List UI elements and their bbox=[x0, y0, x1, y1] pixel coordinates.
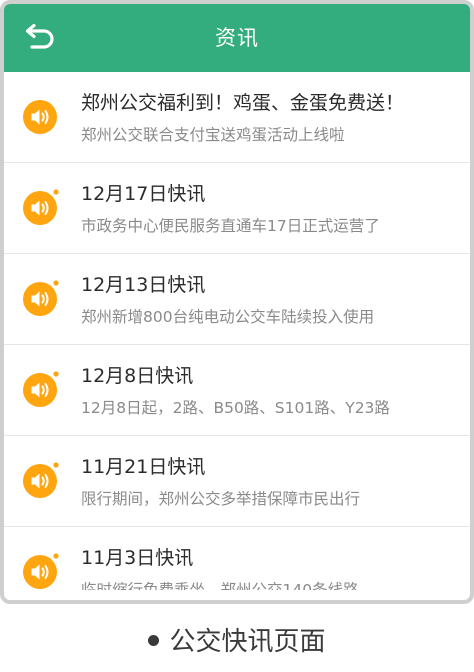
news-item[interactable]: 12月17日快讯 市政务中心便民服务直通车17日正式运营了 bbox=[4, 163, 470, 254]
news-title: 11月21日快讯 bbox=[81, 456, 206, 478]
page-title: 资讯 bbox=[215, 26, 259, 50]
news-item[interactable]: 郑州公交福利到！鸡蛋、金蛋免费送！ 郑州公交联合支付宝送鸡蛋活动上线啦 bbox=[4, 72, 470, 163]
news-item[interactable]: 12月8日快讯 12月8日起，2路、B50路、S101路、Y23路 bbox=[4, 345, 470, 436]
app-header: 资讯 bbox=[4, 4, 470, 72]
news-title: 12月8日快讯 bbox=[81, 365, 194, 387]
news-title: 12月13日快讯 bbox=[81, 274, 206, 296]
unread-dot bbox=[53, 189, 59, 195]
unread-dot bbox=[53, 280, 59, 286]
phone-screen: 资讯 郑州公交福利到！鸡蛋、金蛋免费送！ 郑州公交联合支付宝送鸡蛋活动上线啦 1… bbox=[0, 0, 474, 604]
news-summary: 市政务中心便民服务直通车17日正式运营了 bbox=[81, 217, 380, 235]
news-summary: 临时缩行免费乘坐，郑州公交140条线路 bbox=[81, 581, 359, 590]
caption-text: 公交快讯页面 bbox=[169, 627, 326, 657]
speaker-icon bbox=[23, 280, 59, 316]
news-item[interactable]: 11月3日快讯 临时缩行免费乘坐，郑州公交140条线路 bbox=[4, 527, 470, 590]
news-summary: 限行期间，郑州公交多举措保障市民出行 bbox=[81, 490, 361, 508]
unread-dot bbox=[53, 462, 59, 468]
news-item[interactable]: 11月21日快讯 限行期间，郑州公交多举措保障市民出行 bbox=[4, 436, 470, 527]
news-title: 11月3日快讯 bbox=[81, 547, 194, 569]
unread-dot bbox=[53, 371, 59, 377]
news-summary: 12月8日起，2路、B50路、S101路、Y23路 bbox=[81, 399, 390, 417]
figure-caption: 公交快讯页面 bbox=[0, 624, 474, 660]
speaker-icon bbox=[23, 553, 59, 589]
news-summary: 郑州新增800台纯电动公交车陆续投入使用 bbox=[81, 308, 375, 326]
news-title: 郑州公交福利到！鸡蛋、金蛋免费送！ bbox=[81, 92, 405, 114]
speaker-icon bbox=[23, 100, 57, 134]
news-title: 12月17日快讯 bbox=[81, 183, 206, 205]
speaker-icon bbox=[23, 462, 59, 498]
news-list[interactable]: 郑州公交福利到！鸡蛋、金蛋免费送！ 郑州公交联合支付宝送鸡蛋活动上线啦 12月1… bbox=[4, 72, 470, 590]
news-item[interactable]: 12月13日快讯 郑州新增800台纯电动公交车陆续投入使用 bbox=[4, 254, 470, 345]
speaker-icon bbox=[23, 189, 59, 225]
speaker-icon bbox=[23, 371, 59, 407]
news-summary: 郑州公交联合支付宝送鸡蛋活动上线啦 bbox=[81, 126, 345, 144]
bullet-dot bbox=[148, 635, 160, 646]
unread-dot bbox=[53, 553, 59, 559]
